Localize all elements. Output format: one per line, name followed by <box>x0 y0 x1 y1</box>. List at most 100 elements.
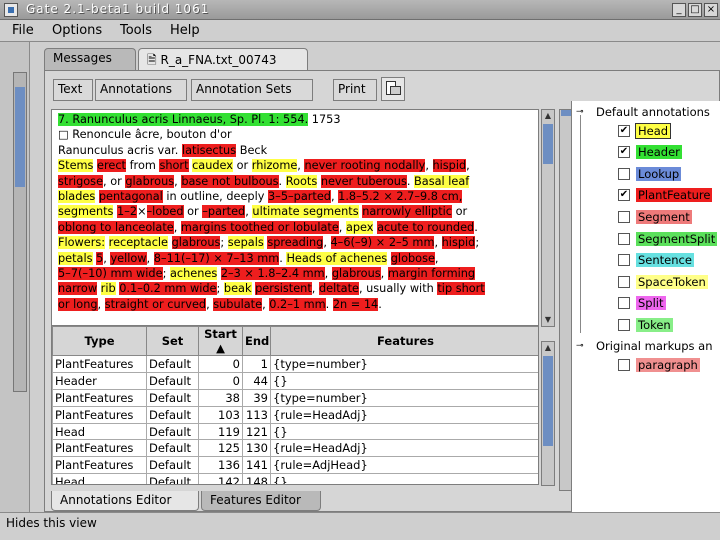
table-row[interactable]: PlantFeatures Default 103 113 {rule=HeadAdj} <box>52 405 538 424</box>
checkbox[interactable] <box>618 167 630 180</box>
text-toggle-button[interactable]: Text <box>53 79 93 101</box>
menu-options[interactable]: Options <box>52 23 102 38</box>
annotation-type-item[interactable]: Token <box>618 317 673 333</box>
text-scrollbar[interactable]: ▲ ▼ <box>541 109 555 327</box>
annotation-highlight[interactable]: deltate <box>318 282 359 296</box>
table-row[interactable]: Head Default 142 148{} <box>52 473 538 484</box>
annotation-highlight[interactable]: or long <box>58 297 98 311</box>
annotation-highlight[interactable]: 8–11(–17) × 7–13 mm <box>153 251 280 265</box>
annotation-highlight[interactable]: 2–3 × 1.8–2.4 mm <box>220 267 325 281</box>
annotation-type-item[interactable]: ✔ PlantFeature <box>618 188 713 204</box>
table-row[interactable]: PlantFeatures Default 0 1 {type=number} <box>52 355 538 373</box>
checkbox[interactable] <box>618 275 630 288</box>
menu-help[interactable]: Help <box>170 23 200 38</box>
column-features[interactable]: Features <box>270 326 538 356</box>
menu-tools[interactable]: Tools <box>120 23 152 38</box>
print-button[interactable]: Print <box>333 79 377 101</box>
annotation-highlight[interactable]: 0.2–1 mm <box>269 297 326 311</box>
annotation-highlight[interactable]: glabrous <box>171 236 221 250</box>
annotation-highlight[interactable]: globose <box>390 251 435 265</box>
checked-checkbox[interactable]: ✔ <box>618 124 630 137</box>
checked-checkbox[interactable]: ✔ <box>618 146 630 159</box>
annotation-highlight[interactable]: strigose <box>58 174 104 188</box>
table-row[interactable]: Header Default 0 44{} <box>52 371 538 390</box>
annotation-type-item[interactable]: Lookup <box>618 166 682 182</box>
scrollbar-thumb[interactable] <box>15 87 25 187</box>
checkbox[interactable] <box>618 358 630 371</box>
scroll-up-icon[interactable]: ▲ <box>542 110 554 122</box>
annotation-highlight[interactable]: persistent <box>255 282 312 296</box>
annotation-highlight[interactable]: oblong to lanceolate <box>58 220 174 234</box>
annotation-highlight[interactable]: margins toothed or lobulate <box>180 220 339 234</box>
annotation-highlight[interactable]: glabrous <box>331 267 381 281</box>
window-menu-icon[interactable] <box>4 3 18 17</box>
annotation-highlight[interactable]: hispid <box>441 236 476 250</box>
popup-window-icon[interactable] <box>381 77 405 101</box>
annotation-highlight[interactable]: –lobed <box>146 205 184 219</box>
minimize-button[interactable]: _ <box>672 3 686 17</box>
checkbox[interactable] <box>618 210 630 223</box>
resources-scrollbar[interactable] <box>13 72 27 392</box>
table-row[interactable]: Head Default 119 121{} <box>52 422 538 441</box>
annotation-highlight[interactable]: ultimate segments <box>252 205 359 219</box>
annotation-highlight[interactable]: 2n = 14 <box>332 297 379 311</box>
annotation-highlight[interactable]: subulate <box>213 297 263 311</box>
annotation-highlight[interactable]: petals <box>58 251 93 265</box>
annotation-type-item[interactable]: ✔ Head <box>618 122 672 139</box>
annotation-highlight[interactable]: sepals <box>227 236 264 250</box>
annotation-highlight[interactable]: straight or curved <box>104 297 207 311</box>
annotation-type-item[interactable]: SegmentSplit <box>618 231 718 247</box>
annotation-highlight[interactable]: never tuberous <box>320 174 407 188</box>
default-annotations-node[interactable]: Default annotations <box>596 105 710 119</box>
column-set[interactable]: Set <box>146 326 199 356</box>
annotation-highlight[interactable]: –parted <box>202 205 246 219</box>
annotation-highlight[interactable]: 5–7(–10) mm wide <box>58 267 163 281</box>
maximize-button[interactable]: □ <box>688 3 702 17</box>
annotation-highlight[interactable]: 4–6(–9) × 2–5 mm <box>330 236 435 250</box>
table-scrollbar[interactable]: ▲ <box>541 341 555 486</box>
annotation-highlight[interactable]: 7. Ranunculus acris Linnaeus, Sp. Pl. 1:… <box>58 113 309 126</box>
scrollbar-thumb[interactable] <box>561 110 571 116</box>
checkbox[interactable] <box>618 318 630 331</box>
annotation-highlight[interactable]: 3–5–parted <box>268 190 331 204</box>
expand-icon[interactable]: ⊸ <box>576 341 584 351</box>
annotation-highlight[interactable]: margin forming <box>387 267 476 281</box>
checkbox[interactable] <box>618 297 630 310</box>
scrollbar-thumb[interactable] <box>543 356 553 446</box>
table-row[interactable]: PlantFeatures Default 136 141 {rule=AdjHead} <box>52 456 538 475</box>
annotation-highlight[interactable]: pentagonal <box>98 190 163 204</box>
annotation-type-item[interactable]: Sentence <box>618 253 694 269</box>
annotation-type-item[interactable]: Segment <box>618 209 692 225</box>
annotation-highlight[interactable]: Stems <box>58 159 94 173</box>
annotation-sets-toggle-button[interactable]: Annotation Sets <box>191 79 313 101</box>
annotation-highlight[interactable]: 1.8–5.2 × 2.7–9.8 cm, <box>338 190 463 204</box>
annotation-highlight[interactable]: 1–2 <box>117 205 138 219</box>
annotation-highlight[interactable]: apex <box>345 220 374 234</box>
tab-annotations-editor[interactable]: Annotations Editor <box>51 491 199 511</box>
annotation-highlight[interactable]: Basal leaf <box>414 174 470 188</box>
checkbox[interactable] <box>618 254 630 267</box>
annotation-highlight[interactable]: spreading <box>267 236 324 250</box>
annotation-highlight[interactable]: narrowly elliptic <box>362 205 453 219</box>
annotation-type-item[interactable]: Split <box>618 296 666 312</box>
annotation-highlight[interactable]: never rooting nodally <box>304 159 426 173</box>
annotation-highlight[interactable]: receptacle <box>108 236 169 250</box>
menu-file[interactable]: File <box>12 23 34 38</box>
annotation-highlight[interactable]: narrow <box>58 282 98 296</box>
annotation-highlight[interactable]: rhizome <box>251 159 298 173</box>
annotation-highlight[interactable]: erect <box>97 159 126 173</box>
annotations-toggle-button[interactable]: Annotations <box>95 79 187 101</box>
annotation-highlight[interactable]: Flowers: <box>58 236 106 250</box>
annotation-highlight[interactable]: yellow <box>110 251 147 265</box>
tab-messages[interactable]: Messages <box>44 48 136 70</box>
annotation-highlight[interactable]: achenes <box>169 267 218 281</box>
annotation-type-item[interactable]: SpaceToken <box>618 274 708 290</box>
table-row[interactable]: PlantFeatures Default 38 39 {type=number} <box>52 388 538 407</box>
scroll-down-icon[interactable]: ▼ <box>542 314 554 326</box>
annotation-highlight[interactable]: rib <box>100 282 116 296</box>
close-button[interactable]: × <box>704 3 718 17</box>
checkbox[interactable] <box>618 232 630 245</box>
annotation-highlight[interactable]: segments <box>58 205 114 219</box>
annotation-highlight[interactable]: latisectus <box>181 143 237 157</box>
table-row[interactable]: PlantFeatures Default 125 130 {rule=HeadAdj} <box>52 439 538 458</box>
